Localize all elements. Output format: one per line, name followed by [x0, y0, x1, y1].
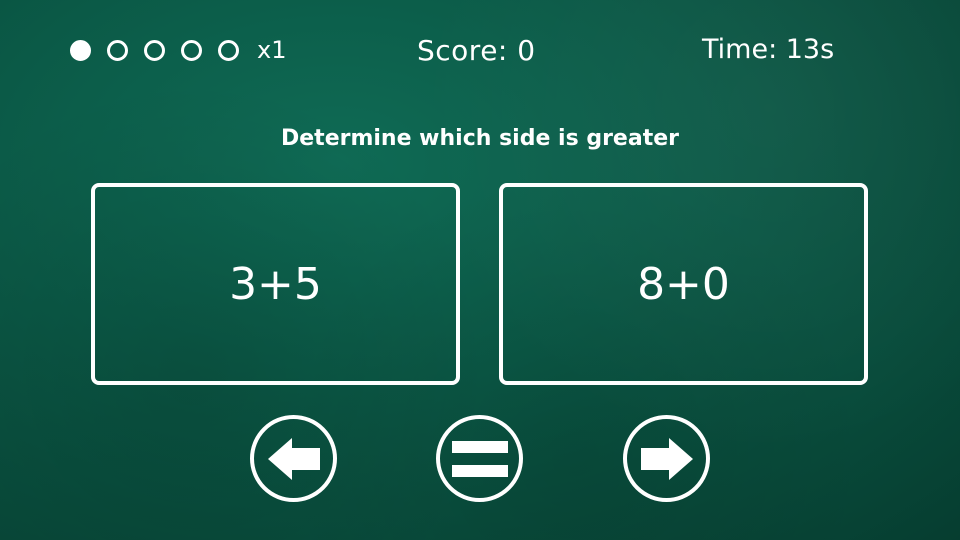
instruction-text: Determine which side is greater	[281, 126, 679, 151]
score: Score: 0	[417, 34, 536, 67]
left-expression: 3+5	[229, 258, 322, 310]
timer: Time: 13s	[702, 34, 835, 65]
equals-icon	[451, 440, 508, 477]
equal-button[interactable]	[436, 415, 523, 502]
right-expression: 8+0	[637, 258, 730, 310]
right-expression-panel: 8+0	[499, 183, 868, 385]
hud: x1 Score: 0 Time: 13s	[0, 30, 960, 72]
right-greater-button[interactable]	[623, 415, 710, 502]
life-dot-empty	[181, 40, 202, 61]
multiplier: x1	[257, 36, 287, 64]
life-dot-empty	[218, 40, 239, 61]
arrow-right-icon	[640, 437, 693, 480]
left-expression-panel: 3+5	[91, 183, 460, 385]
lives-indicator: x1	[70, 36, 287, 64]
life-dot-filled	[70, 40, 91, 61]
left-greater-button[interactable]	[250, 415, 337, 502]
arrow-left-icon	[267, 437, 320, 480]
life-dot-empty	[107, 40, 128, 61]
life-dot-empty	[144, 40, 165, 61]
